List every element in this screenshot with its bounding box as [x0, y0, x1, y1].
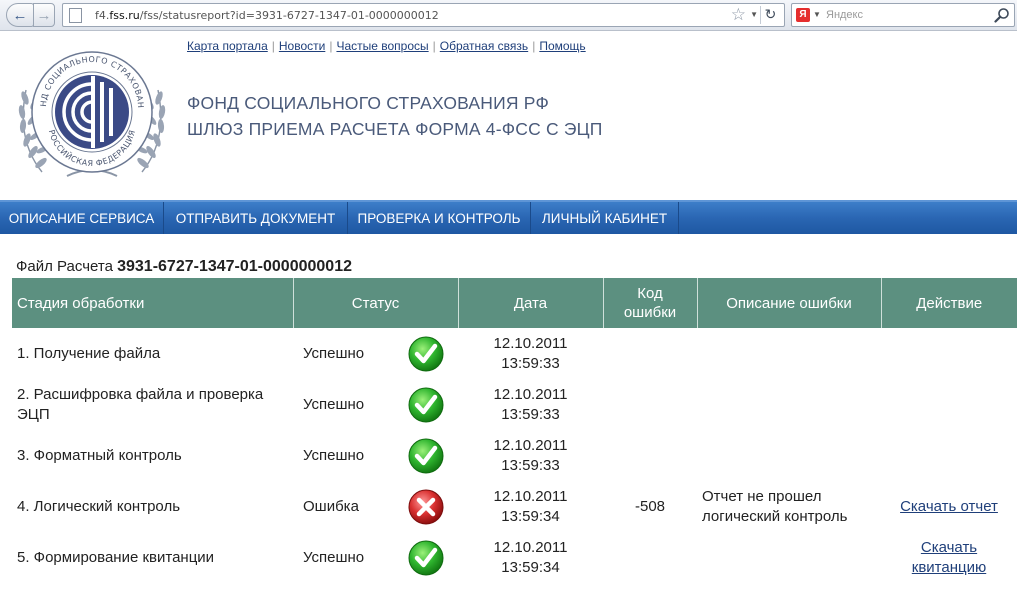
address-bar[interactable]: f4.fss.ru/fss/statusreport?id=3931-6727-… — [62, 3, 785, 27]
error-cross-icon — [393, 489, 458, 525]
link-site-map[interactable]: Карта портала — [187, 39, 268, 53]
file-label: Файл Расчета — [16, 258, 113, 275]
error-description-cell: Отчет не прошел логический контроль — [702, 487, 848, 525]
file-caption: Файл Расчета 3931-6727-1347-01-000000001… — [16, 258, 352, 276]
error-description-cell — [697, 328, 881, 379]
browser-toolbar: ← → f4.fss.ru/fss/statusreport?id=3931-6… — [0, 0, 1017, 31]
success-check-icon — [393, 336, 458, 372]
table-row: 2. Расшифровка файла и проверка ЭЦП Успеш… — [12, 379, 1017, 430]
error-code-cell — [603, 430, 697, 481]
success-check-icon — [393, 387, 458, 423]
stage-cell: 5. Формирование квитанции — [17, 548, 215, 566]
success-check-icon — [393, 540, 458, 576]
url-text: f4.fss.ru/fss/statusreport?id=3931-6727-… — [95, 9, 439, 22]
table-header-row: Стадия обработки Статус Дата Код ошибки О… — [12, 278, 1017, 328]
stage-cell: 1. Получение файла — [17, 344, 161, 362]
yandex-icon[interactable]: Я — [796, 8, 810, 22]
link-separator: | — [532, 39, 536, 53]
back-button[interactable]: ← — [6, 3, 34, 27]
search-bar[interactable]: Я ▼ Яндекс — [791, 3, 1015, 27]
status-text: Успешно — [303, 548, 365, 566]
error-description-cell — [697, 532, 881, 583]
column-header-error-description: Описание ошибки — [697, 278, 882, 328]
link-separator: | — [271, 39, 275, 53]
link-separator: | — [432, 39, 436, 53]
forward-button[interactable]: → — [33, 3, 55, 27]
file-id: 3931-6727-1347-01-0000000012 — [117, 258, 352, 275]
title-line-2: ШЛЮЗ ПРИЕМА РАСЧЕТА ФОРМА 4-ФСС С ЭЦП — [187, 119, 603, 139]
top-links: Карта портала | Новости | Частые вопросы | Обр… — [187, 39, 586, 53]
date-cell: 12.10.2011 13:59:33 — [493, 385, 568, 423]
magnifier-icon[interactable] — [994, 7, 1010, 23]
date-cell: 12.10.2011 13:59:34 — [493, 538, 568, 576]
column-header-action: Действие — [881, 278, 1017, 328]
date-cell: 12.10.2011 13:59:34 — [493, 487, 568, 525]
error-description-cell — [697, 430, 881, 481]
stage-cell: 3. Форматный контроль — [17, 446, 182, 464]
download-report-link[interactable]: Скачать отчет — [900, 498, 998, 515]
date-cell: 12.10.2011 13:59:33 — [493, 436, 568, 474]
action-cell: Скачать отчет — [881, 481, 1017, 532]
link-feedback[interactable]: Обратная связь — [440, 39, 528, 53]
date-cell: 12.10.2011 13:59:33 — [493, 334, 568, 372]
column-header-date: Дата — [458, 278, 604, 328]
status-cell: Успешно — [293, 532, 458, 583]
nav-item-send-document[interactable]: ОТПРАВИТЬ ДОКУМЕНТ — [164, 202, 348, 234]
nav-item-service-description[interactable]: ОПИСАНИЕ СЕРВИСА — [0, 202, 164, 234]
error-code-cell — [603, 532, 697, 583]
dropdown-arrow-icon[interactable]: ▼ — [750, 10, 758, 19]
page-title: ФОНД СОЦИАЛЬНОГО СТРАХОВАНИЯ РФ ШЛЮЗ ПРИ… — [187, 90, 603, 142]
error-code-cell: -508 — [634, 497, 666, 515]
status-text: Успешно — [303, 395, 365, 413]
nav-item-personal-account[interactable]: ЛИЧНЫЙ КАБИНЕТ — [531, 202, 679, 234]
reload-icon[interactable]: ↻ — [760, 6, 780, 24]
column-header-error-code: Код ошибки — [603, 278, 698, 328]
column-header-stage: Стадия обработки — [12, 278, 294, 328]
table-row: 3. Форматный контроль Успешно 12.10.2011 13… — [12, 430, 1017, 481]
stage-cell: 2. Расшифровка файла и проверка ЭЦП — [17, 385, 264, 423]
link-faq[interactable]: Частые вопросы — [336, 39, 428, 53]
status-cell: Успешно — [293, 328, 458, 379]
column-header-status: Статус — [293, 278, 459, 328]
link-help[interactable]: Помощь — [539, 39, 585, 53]
status-text: Ошибка — [303, 497, 359, 515]
status-text: Успешно — [303, 446, 365, 464]
stage-cell: 4. Логический контроль — [17, 497, 181, 515]
title-line-1: ФОНД СОЦИАЛЬНОГО СТРАХОВАНИЯ РФ — [187, 93, 549, 113]
action-cell — [881, 379, 1017, 430]
page-icon — [69, 8, 82, 23]
arrow-right-icon: → — [36, 6, 52, 24]
search-engine-dropdown-icon[interactable]: ▼ — [813, 10, 821, 19]
status-cell: Ошибка — [293, 481, 458, 532]
error-description-cell — [697, 379, 881, 430]
status-cell: Успешно — [293, 430, 458, 481]
status-report-table: Стадия обработки Статус Дата Код ошибки О… — [12, 278, 1017, 583]
success-check-icon — [393, 438, 458, 474]
search-placeholder: Яндекс — [826, 9, 863, 21]
link-news[interactable]: Новости — [279, 39, 325, 53]
action-cell — [881, 430, 1017, 481]
table-row: 4. Логический контроль Ошибка 12.10.2011 13… — [12, 481, 1017, 532]
error-code-cell — [603, 379, 697, 430]
error-code-cell — [603, 328, 697, 379]
arrow-left-icon: ← — [12, 6, 28, 24]
table-row: 5. Формирование квитанции Успешно 12.10.20… — [12, 532, 1017, 583]
link-separator: | — [329, 39, 333, 53]
status-text: Успешно — [303, 344, 365, 362]
bookmark-star-icon[interactable]: ☆ — [731, 5, 746, 25]
table-row: 1. Получение файла Успешно 12.10.2011 13:59… — [12, 328, 1017, 379]
download-receipt-link[interactable]: Скачать квитанцию — [912, 539, 986, 576]
nav-item-check-and-control[interactable]: ПРОВЕРКА И КОНТРОЛЬ — [348, 202, 531, 234]
main-nav: ОПИСАНИЕ СЕРВИСА ОТПРАВИТЬ ДОКУМЕНТ ПРОВ… — [0, 200, 1017, 234]
status-cell: Успешно — [293, 379, 458, 430]
action-cell: Скачать квитанцию — [881, 532, 1017, 583]
fss-emblem-logo: ФОНД СОЦИАЛЬНОГО СТРАХОВАНИЯ РОССИЙСКАЯ … — [12, 44, 166, 177]
action-cell — [881, 328, 1017, 379]
